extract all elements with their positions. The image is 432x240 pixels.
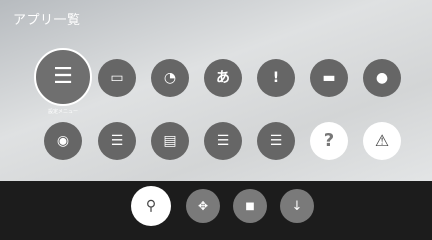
app-memory-card[interactable]: ▤ <box>151 122 189 160</box>
media-search-icon: ◉ <box>56 133 70 149</box>
app-list-detail[interactable]: ☰ <box>257 122 295 160</box>
dock-download-button[interactable]: ↓ <box>280 189 314 223</box>
page-title: アプリ一覧 <box>13 13 81 28</box>
app-schedule-list[interactable]: ☰ <box>98 122 136 160</box>
app-projector[interactable]: ▬ <box>310 59 348 97</box>
app-clock[interactable]: ◔ <box>151 59 189 97</box>
settings-menu-icon: ☰ <box>53 64 73 89</box>
app-help[interactable]: ? <box>310 122 348 160</box>
app-language[interactable]: あ <box>204 59 242 97</box>
app-settings-menu[interactable]: ☰ <box>34 48 92 106</box>
dock-lock-button[interactable]: ■ <box>233 189 267 223</box>
dock-move-button[interactable]: ✥ <box>186 189 220 223</box>
app-list-timer[interactable]: ☰ <box>204 122 242 160</box>
pin-icon: ⚲ <box>145 198 157 214</box>
lock-icon: ■ <box>245 200 255 212</box>
clock-icon: ◔ <box>163 70 177 86</box>
app-warning[interactable]: ⚠ <box>363 122 401 160</box>
app-screen-mirroring[interactable]: ▭ <box>98 59 136 97</box>
app-label: 設定メニュー <box>47 109 79 115</box>
list-timer-icon: ☰ <box>216 133 230 149</box>
screen-mirroring-icon: ▭ <box>110 70 124 86</box>
warning-icon: ⚠ <box>374 131 390 150</box>
app-user[interactable]: ● <box>363 59 401 97</box>
move-icon: ✥ <box>197 199 209 213</box>
download-icon: ↓ <box>291 198 303 214</box>
app-media-search[interactable]: ◉ <box>44 122 82 160</box>
schedule-list-icon: ☰ <box>110 133 124 149</box>
bottom-dock: ⚲ ✥ ■ ↓ <box>0 181 432 240</box>
projector-icon: ▬ <box>322 70 336 86</box>
help-icon: ? <box>323 130 335 151</box>
language-icon: あ <box>216 70 230 86</box>
app-list-screen: アプリ一覧 ☰ 設定メニュー ▭ ◔ あ ! ▬ ● ◉ ☰ ▤ ☰ ☰ ? ⚠… <box>0 0 432 240</box>
list-detail-icon: ☰ <box>269 133 283 149</box>
user-icon: ● <box>375 70 389 86</box>
app-alert[interactable]: ! <box>257 59 295 97</box>
dock-pin-button[interactable]: ⚲ <box>131 186 171 226</box>
alert-icon: ! <box>272 70 280 86</box>
memory-card-icon: ▤ <box>163 133 177 149</box>
